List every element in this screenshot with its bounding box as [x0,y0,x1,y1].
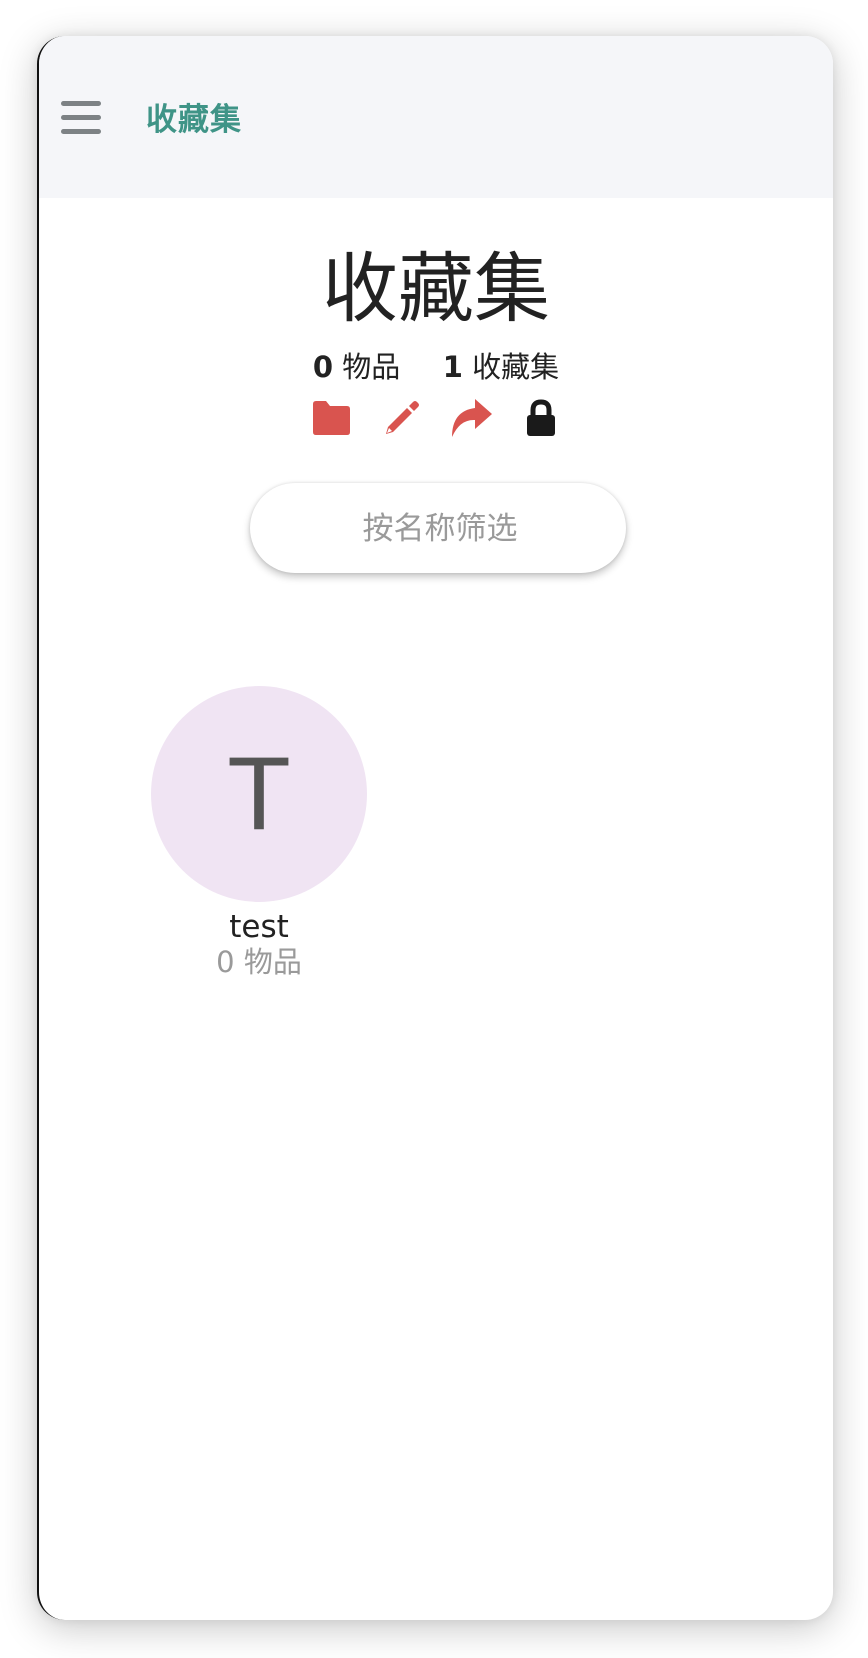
collection-name: test [229,909,289,945]
app-bar: 收藏集 [39,36,833,198]
page-title: 收藏集 [322,244,550,333]
pencil-icon[interactable] [377,394,425,442]
action-toolbar [39,394,833,442]
collections-label: 收藏集 [472,350,560,384]
folder-icon[interactable] [307,394,355,442]
filter-input[interactable] [250,483,630,575]
hamburger-menu-icon[interactable] [61,101,101,137]
app-bar-title: 收藏集 [146,102,242,138]
app-window: 收藏集 收藏集 0 物品 1 收藏集 按名称筛选 T test 0 物品 [37,36,833,1620]
lock-icon[interactable] [517,394,565,442]
collection-avatar: T [151,686,367,902]
filter-field [250,483,630,575]
stats-line: 0 物品 1 收藏集 [39,344,833,386]
items-label: 物品 [342,350,401,384]
share-icon[interactable] [447,394,495,442]
collections-count: 1 [442,350,463,384]
items-count: 0 [312,350,334,384]
collection-card[interactable]: T test 0 物品 [151,686,367,979]
collection-item-count: 0 物品 [216,944,302,979]
